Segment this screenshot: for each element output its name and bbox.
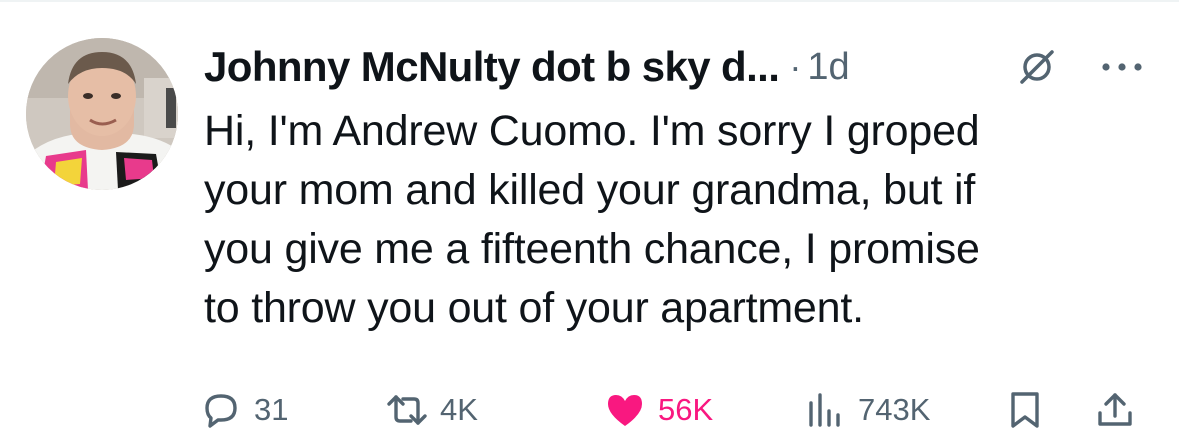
tweet-timestamp[interactable]: 1d	[807, 46, 849, 89]
repost-button[interactable]: 4K	[386, 380, 478, 438]
view-count: 743K	[858, 392, 931, 427]
action-bar: 31 4K 56K 743K	[0, 380, 1179, 438]
reply-button[interactable]: 31	[200, 380, 288, 438]
bookmark-icon	[1011, 392, 1039, 428]
author-name[interactable]: Johnny McNulty dot b sky d...	[204, 43, 780, 91]
avatar-photo	[26, 38, 178, 190]
bookmark-button[interactable]	[1004, 380, 1046, 438]
tweet-header: Johnny McNulty dot b sky d... · 1d	[204, 38, 850, 96]
heart-icon	[608, 395, 642, 426]
avatar[interactable]	[26, 38, 178, 190]
header-separator: ·	[789, 46, 802, 87]
reply-bubble-icon	[205, 394, 237, 428]
like-count: 56K	[658, 392, 714, 427]
grok-slash-circle-icon[interactable]	[1016, 46, 1058, 88]
tweet-text: Hi, I'm Andrew Cuomo. I'm sorry I groped…	[204, 107, 980, 332]
top-divider	[0, 0, 1179, 2]
like-button[interactable]: 56K	[604, 380, 713, 438]
more-horizontal-icon[interactable]	[1096, 52, 1148, 82]
views-button[interactable]: 743K	[804, 380, 930, 438]
share-upload-icon	[1098, 393, 1132, 426]
reply-count: 31	[254, 392, 289, 427]
share-button[interactable]	[1094, 380, 1136, 438]
analytics-bars-icon	[809, 393, 840, 427]
repost-arrows-icon	[387, 395, 427, 425]
repost-count: 4K	[440, 392, 478, 427]
